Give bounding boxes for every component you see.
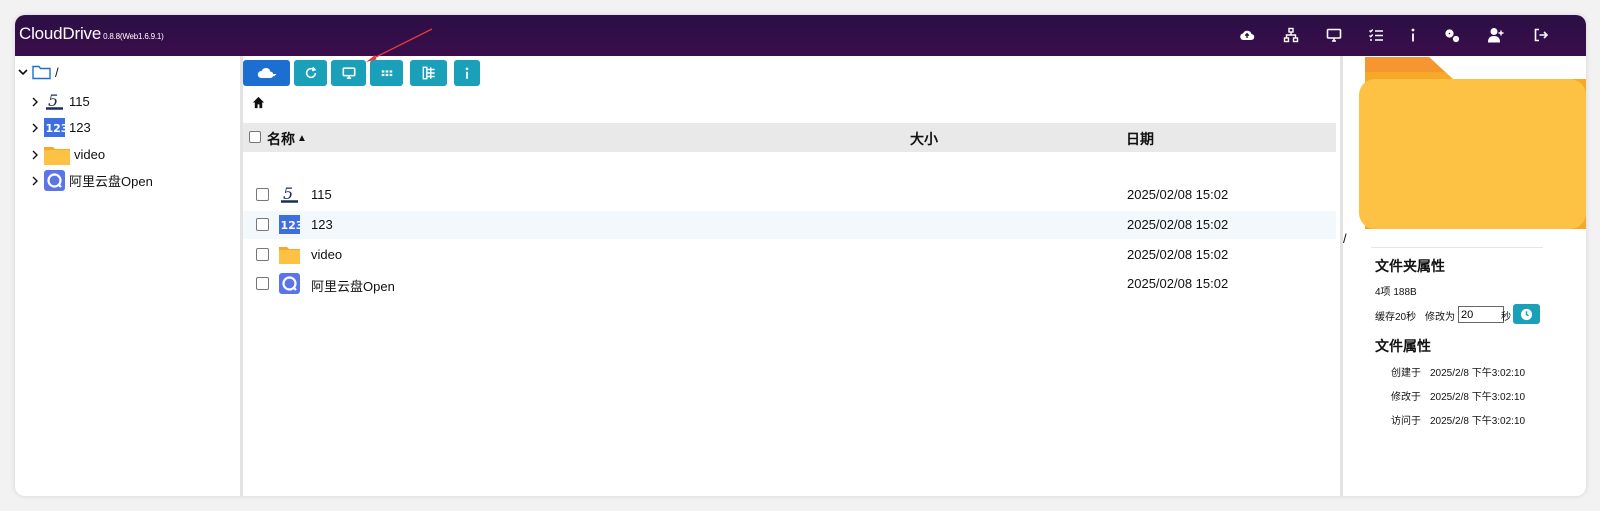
accessed-value: 2025/2/8 下午3:02:10: [1430, 416, 1526, 427]
file-props-title: 文件属性: [1375, 338, 1431, 354]
tree-item-label: 115: [69, 94, 90, 109]
created-label: 创建于: [1391, 368, 1421, 379]
cloud-upload-icon[interactable]: [1237, 25, 1257, 45]
row-checkbox[interactable]: [256, 277, 269, 290]
chevron-right-icon[interactable]: [30, 150, 40, 160]
tree-root-label: /: [55, 64, 59, 80]
task-list-icon[interactable]: [1366, 25, 1386, 45]
app-window: CloudDrive 0.8.8(Web1.6.9.1) / 5 115 123…: [15, 15, 1586, 496]
clock-icon: [1520, 308, 1533, 320]
desktop-button[interactable]: [331, 60, 366, 86]
115-logo-icon: 5: [281, 184, 298, 203]
add-user-icon[interactable]: [1486, 25, 1506, 45]
folder-summary: 4项 188B: [1375, 287, 1417, 298]
tree-item-123[interactable]: 123 123: [30, 117, 91, 138]
folder-props-title: 文件夹属性: [1375, 258, 1445, 274]
sort-asc-icon: ▲: [297, 133, 307, 144]
grid-icon: [381, 70, 392, 77]
aliyun-logo-icon: [279, 273, 300, 294]
app-title: CloudDrive: [19, 24, 102, 43]
table-row[interactable]: 123 123 2025/02/08 15:02: [243, 211, 1336, 239]
svg-text:123: 123: [281, 219, 301, 232]
info-icon: [465, 67, 469, 79]
svg-text:123: 123: [46, 122, 66, 135]
row-checkbox[interactable]: [256, 218, 269, 231]
115-logo-icon: 5: [46, 91, 63, 110]
svg-text:5: 5: [48, 91, 58, 110]
tree-view-icon: [422, 66, 435, 80]
row-date: 2025/02/08 15:02: [1127, 217, 1229, 232]
app-version: 0.8.8(Web1.6.9.1): [103, 32, 164, 41]
row-date: 2025/02/08 15:02: [1127, 276, 1229, 291]
modified-label: 修改于: [1391, 392, 1421, 403]
chevron-right-icon[interactable]: [30, 97, 40, 107]
row-date: 2025/02/08 15:02: [1127, 187, 1229, 202]
tree-item-label: 123: [69, 120, 91, 135]
chevron-down-icon[interactable]: [18, 67, 28, 77]
row-name[interactable]: video: [311, 247, 342, 262]
cache-label: 缓存20秒: [1375, 312, 1417, 323]
cache-seconds-input[interactable]: [1458, 306, 1504, 323]
modify-label: 修改为: [1425, 312, 1455, 323]
folder-preview-icon: [1359, 57, 1586, 229]
folder-outline-icon: [32, 65, 51, 80]
accessed-label: 访问于: [1391, 416, 1421, 427]
row-name[interactable]: 123: [311, 217, 333, 232]
refresh-icon: [305, 66, 316, 79]
123-logo-icon: 123: [279, 215, 301, 234]
apply-cache-button[interactable]: [1513, 304, 1540, 324]
cloud-icon: [257, 68, 276, 79]
svg-text:5: 5: [283, 184, 293, 203]
tree-item-115[interactable]: 5 115: [30, 91, 90, 112]
select-all-checkbox[interactable]: [249, 131, 261, 143]
table-header: 名称 ▲ 大小 日期: [243, 123, 1336, 152]
chevron-right-icon[interactable]: [30, 123, 40, 133]
aliyun-logo-icon: [44, 170, 65, 191]
divider: [1371, 247, 1543, 248]
current-path: /: [1343, 231, 1347, 246]
row-date: 2025/02/08 15:02: [1127, 247, 1229, 262]
row-checkbox[interactable]: [256, 188, 269, 201]
refresh-button[interactable]: [294, 60, 327, 86]
tree-root[interactable]: /: [18, 64, 59, 80]
chevron-right-icon[interactable]: [30, 176, 40, 186]
folder-tree: / 5 115 123 123 video 阿里云盘Open: [15, 56, 243, 496]
modified-value: 2025/2/8 下午3:02:10: [1430, 392, 1526, 403]
top-bar: CloudDrive 0.8.8(Web1.6.9.1): [15, 15, 1586, 56]
table-row[interactable]: video 2025/02/08 15:02: [243, 241, 1336, 269]
column-name-label: 名称: [267, 131, 295, 147]
folder-icon: [44, 147, 70, 165]
file-browser: 名称 ▲ 大小 日期 5 115 2025/02/08 15:02 123 123…: [243, 56, 1343, 496]
logout-icon[interactable]: [1531, 25, 1551, 45]
cloud-menu-button[interactable]: [243, 60, 290, 86]
seconds-label: 秒: [1501, 312, 1511, 323]
info-icon[interactable]: [1403, 25, 1423, 45]
column-name-header[interactable]: 名称 ▲: [267, 129, 307, 149]
column-size-header[interactable]: 大小: [910, 129, 938, 149]
created-value: 2025/2/8 下午3:02:10: [1430, 368, 1526, 379]
info-button[interactable]: [454, 60, 480, 86]
123-logo-icon: 123: [44, 118, 66, 137]
tree-item-aliyun[interactable]: 阿里云盘Open: [30, 170, 153, 191]
home-icon[interactable]: [252, 96, 265, 109]
row-checkbox[interactable]: [256, 248, 269, 261]
column-date-header[interactable]: 日期: [1126, 129, 1154, 149]
tree-view-button[interactable]: [410, 60, 447, 86]
folder-icon: [279, 247, 300, 264]
grid-view-button[interactable]: [370, 60, 403, 86]
tree-item-label: 阿里云盘Open: [69, 174, 153, 189]
tree-item-label: video: [74, 147, 106, 162]
desktop-icon: [342, 67, 355, 80]
network-icon[interactable]: [1281, 25, 1301, 45]
details-panel: / 文件夹属性 4项 188B 缓存20秒 修改为 秒 文件属性 创建于 202…: [1343, 56, 1586, 496]
row-name[interactable]: 115: [311, 187, 332, 202]
tree-item-video[interactable]: video: [30, 144, 105, 165]
row-name[interactable]: 阿里云盘Open: [311, 276, 395, 295]
brand[interactable]: CloudDrive 0.8.8(Web1.6.9.1): [19, 24, 164, 44]
desktop-icon[interactable]: [1324, 25, 1344, 45]
table-row[interactable]: 阿里云盘Open 2025/02/08 15:02: [243, 270, 1336, 298]
settings-icon[interactable]: [1442, 25, 1462, 45]
table-row[interactable]: 5 115 2025/02/08 15:02: [243, 181, 1336, 209]
